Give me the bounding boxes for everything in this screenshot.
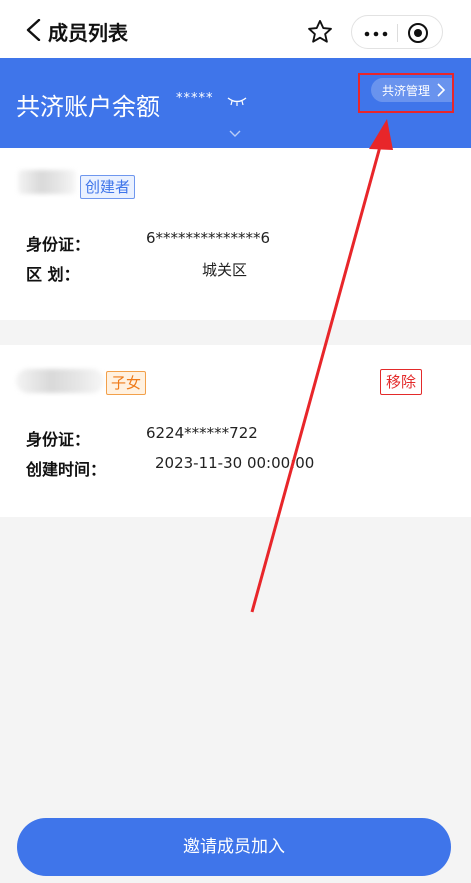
member-card: 创建者 身份证： 6**************6 区 划： 城关区 — [0, 148, 471, 320]
role-tag-creator: 创建者 — [80, 175, 136, 199]
avatar — [18, 170, 76, 194]
id-label: 身份证： — [26, 430, 91, 449]
avatar — [16, 369, 104, 393]
close-target-icon[interactable] — [407, 22, 429, 44]
created-time-label: 创建时间： — [26, 460, 107, 479]
id-value: 6224******722 — [146, 424, 258, 442]
back-icon[interactable] — [24, 19, 44, 41]
star-icon[interactable] — [306, 18, 334, 46]
capsule-divider — [397, 24, 398, 42]
more-icon[interactable] — [364, 31, 388, 37]
id-value: 6**************6 — [146, 229, 271, 247]
page-title: 成员列表 — [48, 21, 128, 45]
eye-closed-icon[interactable] — [226, 96, 248, 106]
role-tag-child: 子女 — [106, 371, 147, 395]
navigation-bar: 成员列表 — [0, 0, 471, 58]
invite-member-button[interactable]: 邀请成员加入 — [17, 818, 451, 876]
masked-balance: ***** — [176, 91, 214, 106]
district-label: 区 划： — [26, 265, 80, 284]
chevron-down-icon[interactable] — [229, 130, 241, 138]
annotation-highlight-box — [358, 73, 454, 113]
district-value: 城关区 — [202, 261, 248, 279]
remove-member-button[interactable]: 移除 — [380, 369, 423, 395]
member-card: 子女 移除 身份证： 6224******722 创建时间： 2023-11-3… — [0, 345, 471, 517]
balance-title: 共济账户余额 — [16, 93, 160, 121]
id-label: 身份证： — [26, 235, 91, 254]
mini-program-capsule — [351, 15, 443, 49]
created-time-value: 2023-11-30 00:00:00 — [155, 454, 315, 472]
